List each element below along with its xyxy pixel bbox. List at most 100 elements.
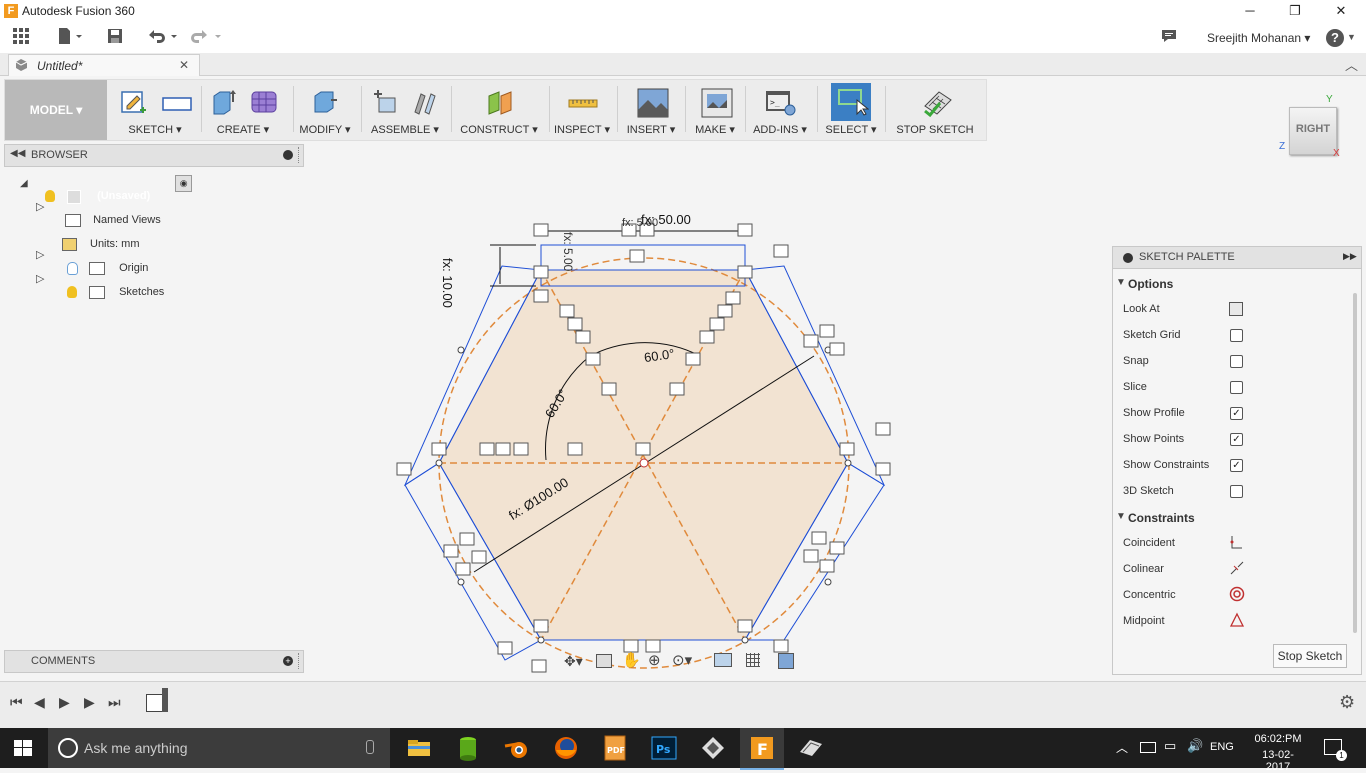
photoshop-icon[interactable]: Ps: [650, 734, 678, 762]
microphone-icon[interactable]: [366, 740, 374, 754]
step-back-icon[interactable]: ◀: [34, 694, 45, 711]
comments-header[interactable]: COMMENTS +: [4, 650, 304, 673]
panel-grip-icon[interactable]: [298, 653, 301, 669]
collapse-triangle-icon[interactable]: ◢: [20, 174, 36, 194]
expand-triangle-icon[interactable]: ▷: [36, 245, 58, 265]
maximize-button[interactable]: ❐: [1281, 2, 1309, 20]
view-cube[interactable]: RIGHT: [1289, 107, 1337, 155]
app-cad-icon[interactable]: [797, 734, 825, 762]
colinear-icon[interactable]: [1229, 560, 1245, 579]
step-forward-icon[interactable]: ▶: [84, 694, 95, 711]
3d-sketch-checkbox[interactable]: [1230, 485, 1243, 498]
network-icon[interactable]: ▭: [1164, 738, 1176, 754]
file-explorer-icon[interactable]: [405, 734, 433, 762]
user-menu[interactable]: Sreejith Mohanan ▾: [1207, 31, 1310, 45]
look-at-icon[interactable]: [1229, 302, 1243, 316]
panel-grip-icon[interactable]: [298, 147, 301, 163]
construct-group[interactable]: CONSTRUCT ▾: [453, 80, 545, 140]
app-green-icon[interactable]: [454, 734, 482, 762]
tree-item-units[interactable]: Units: mm: [58, 221, 146, 251]
expand-triangle-icon[interactable]: ▷: [36, 197, 58, 217]
volume-icon[interactable]: 🔊: [1187, 738, 1203, 754]
clock-time[interactable]: 06:02:PM: [1250, 733, 1306, 745]
zoom-window-icon[interactable]: ⊙▾: [672, 651, 692, 669]
insert-group[interactable]: INSERT ▾: [619, 80, 683, 140]
add-comment-icon[interactable]: +: [283, 656, 293, 666]
dimension-height-small[interactable]: fx: 5.00: [561, 232, 575, 271]
orbit-icon[interactable]: ✥▾: [564, 653, 588, 669]
coincident-icon[interactable]: [1229, 534, 1245, 553]
firefox-icon[interactable]: [552, 734, 580, 762]
sketch-grid-checkbox[interactable]: [1230, 329, 1243, 342]
go-to-start-icon[interactable]: ⏮: [10, 694, 23, 711]
help-icon[interactable]: ?: [1326, 29, 1344, 47]
palette-scrollbar[interactable]: [1353, 293, 1357, 633]
collapse-arrows-icon[interactable]: ◀◀: [10, 148, 25, 159]
viewports-icon[interactable]: [778, 653, 794, 669]
tree-item-named-views[interactable]: ▷ Named Views: [36, 197, 169, 227]
app-grid-icon[interactable]: [10, 27, 32, 49]
settings-gear-icon[interactable]: ⚙: [1339, 692, 1355, 713]
inspect-group[interactable]: INSPECT ▾: [551, 80, 613, 140]
undo-icon[interactable]: [144, 27, 180, 49]
activate-radio-icon[interactable]: ◉: [175, 174, 193, 192]
minimize-button[interactable]: ─: [1236, 2, 1264, 20]
comment-icon[interactable]: [1158, 27, 1180, 49]
document-tab[interactable]: Untitled* ✕: [8, 54, 200, 76]
options-section-title[interactable]: Options: [1128, 277, 1173, 291]
browser-minimize-icon[interactable]: [283, 150, 293, 160]
sketch-palette-header[interactable]: SKETCH PALETTE ▶▶: [1113, 247, 1361, 269]
stop-sketch-group[interactable]: STOP SKETCH: [887, 80, 983, 140]
close-tab-icon[interactable]: ✕: [179, 58, 189, 72]
tree-item-origin[interactable]: ▷ Origin: [36, 245, 153, 275]
collapse-triangle-icon[interactable]: ▼: [1116, 277, 1126, 288]
language-indicator[interactable]: ENG: [1210, 741, 1234, 753]
show-constraints-checkbox[interactable]: ✓: [1230, 459, 1243, 472]
addins-group[interactable]: >_ ADD-INS ▾: [747, 80, 813, 140]
stop-sketch-button[interactable]: Stop Sketch: [1273, 644, 1347, 668]
fusion-360-icon[interactable]: F: [748, 734, 776, 762]
redo-icon[interactable]: [188, 27, 224, 49]
chevron-down-icon[interactable]: ▼: [1347, 32, 1356, 42]
collapse-triangle-icon[interactable]: ▼: [1116, 511, 1126, 522]
slice-checkbox[interactable]: [1230, 381, 1243, 394]
dimension-width-small[interactable]: fx: 5.00: [622, 217, 658, 229]
show-points-checkbox[interactable]: ✓: [1230, 433, 1243, 446]
sketch-group[interactable]: SKETCH ▾: [109, 80, 201, 140]
palette-minimize-icon[interactable]: [1123, 253, 1133, 263]
timeline-marker[interactable]: [162, 688, 168, 712]
pdf-icon[interactable]: PDF: [601, 734, 629, 762]
assemble-group[interactable]: ASSEMBLE ▾: [363, 80, 447, 140]
concentric-icon[interactable]: [1229, 586, 1245, 605]
show-profile-checkbox[interactable]: ✓: [1230, 407, 1243, 420]
snap-checkbox[interactable]: [1230, 355, 1243, 368]
select-group[interactable]: SELECT ▾: [819, 80, 883, 140]
browser-header[interactable]: ◀◀ BROWSER: [4, 144, 304, 167]
sketch-canvas[interactable]: [380, 205, 920, 675]
make-group[interactable]: MAKE ▾: [687, 80, 743, 140]
create-group[interactable]: CREATE ▾: [203, 80, 283, 140]
taskbar-search[interactable]: Ask me anything: [48, 728, 390, 768]
clock-date[interactable]: 13-02-2017: [1250, 749, 1306, 773]
windows-start-icon[interactable]: [14, 740, 32, 756]
workspace-switcher[interactable]: MODEL ▾: [5, 80, 107, 140]
battery-icon[interactable]: [1140, 742, 1156, 753]
play-icon[interactable]: ▶: [59, 694, 70, 711]
pan-icon[interactable]: ✋: [622, 651, 641, 669]
collapse-icon[interactable]: ︿: [1345, 55, 1358, 74]
browser-root[interactable]: ◢ (Unsaved) ◉: [20, 173, 193, 204]
look-at-icon[interactable]: [596, 654, 612, 668]
zoom-icon[interactable]: ⊕: [648, 651, 661, 669]
show-hidden-icons[interactable]: ︿: [1116, 739, 1128, 756]
save-icon[interactable]: [104, 27, 126, 49]
midpoint-icon[interactable]: [1229, 612, 1245, 631]
dimension-height[interactable]: fx: 10.00: [440, 258, 455, 308]
go-to-end-icon[interactable]: ⏭: [108, 694, 121, 711]
blender-icon[interactable]: [503, 734, 531, 762]
constraints-section-title[interactable]: Constraints: [1128, 511, 1195, 525]
close-button[interactable]: ✕: [1327, 2, 1355, 20]
expand-arrows-icon[interactable]: ▶▶: [1343, 251, 1357, 262]
tree-item-sketches[interactable]: ▷ Sketches: [36, 269, 175, 299]
expand-triangle-icon[interactable]: ▷: [36, 269, 58, 289]
lightbulb-icon[interactable]: [67, 286, 78, 298]
